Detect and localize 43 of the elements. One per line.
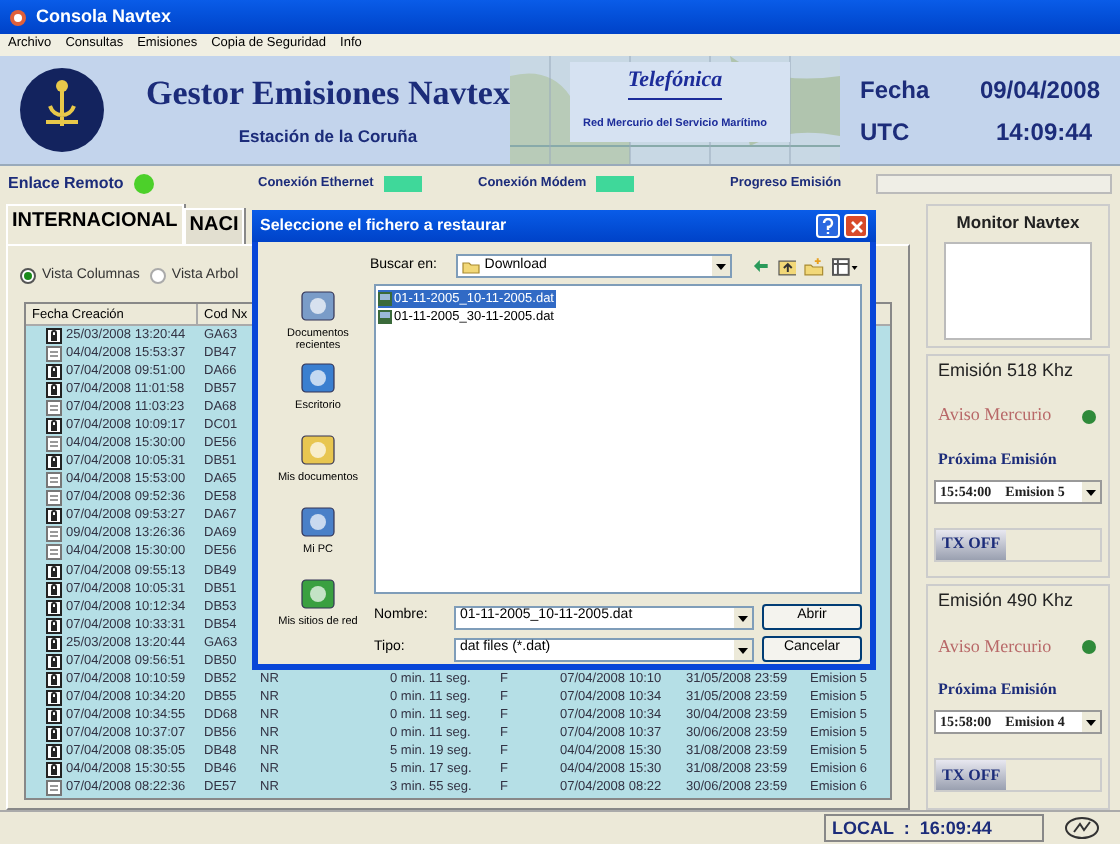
- utc-label: UTC: [860, 115, 912, 149]
- next-emission-label: Próxima Emisión: [936, 447, 1059, 472]
- window-title: Consola Navtex: [36, 3, 172, 30]
- date-label: Fecha: [860, 73, 930, 107]
- tab[interactable]: INTERNACIONAL: [6, 204, 184, 244]
- app-title: Gestor Emisiones Navtex: [146, 71, 510, 114]
- app-icon: [8, 7, 28, 27]
- locked-document-icon: [46, 454, 62, 471]
- locked-document-icon: [46, 327, 62, 344]
- view-menu-icon[interactable]: [832, 257, 858, 275]
- local-time: LOCAL : 16:09:44: [824, 814, 1044, 842]
- dialog-title: Seleccione el fichero a restaurar: [260, 214, 509, 238]
- radio-button[interactable]: [20, 268, 36, 284]
- radio-button[interactable]: [149, 268, 166, 284]
- new-folder-icon[interactable]: [804, 257, 825, 275]
- tx-button[interactable]: TX OFF: [936, 760, 1007, 791]
- help-button[interactable]: [816, 214, 840, 238]
- document-icon: [46, 436, 62, 452]
- date-value: 09/04/2008: [977, 73, 1100, 107]
- document-icon: [46, 780, 62, 797]
- help-icon: [822, 218, 834, 234]
- close-button[interactable]: [844, 214, 868, 238]
- logo-icon: [1064, 816, 1100, 840]
- tx-button[interactable]: TX OFF: [936, 529, 1007, 560]
- document-icon: [46, 399, 62, 416]
- document-icon: [46, 345, 62, 362]
- tab[interactable]: NACI: [183, 208, 245, 244]
- time-value: 14:09:44: [993, 115, 1094, 149]
- alert-label: Aviso Mercurio: [938, 633, 1052, 660]
- station-name: Estación de la Coruña: [238, 123, 418, 149]
- emission-title: Emisión 518 Khz: [936, 357, 1076, 384]
- locked-document-icon: [46, 508, 62, 525]
- close-icon: [849, 219, 863, 233]
- status-label: Enlace Remoto: [8, 172, 124, 196]
- locked-document-icon: [46, 417, 62, 434]
- alert-label: Aviso Mercurio: [938, 402, 1052, 429]
- brand-logo-text: Telefónica: [627, 64, 723, 99]
- emission-title: Emisión 490 Khz: [936, 588, 1076, 615]
- back-arrow-icon[interactable]: [751, 258, 770, 274]
- next-emission-label: Próxima Emisión: [936, 678, 1059, 703]
- emblem-icon: [18, 66, 106, 154]
- up-folder-icon[interactable]: [777, 257, 797, 275]
- monitor-title: Monitor Navtex: [956, 210, 1080, 236]
